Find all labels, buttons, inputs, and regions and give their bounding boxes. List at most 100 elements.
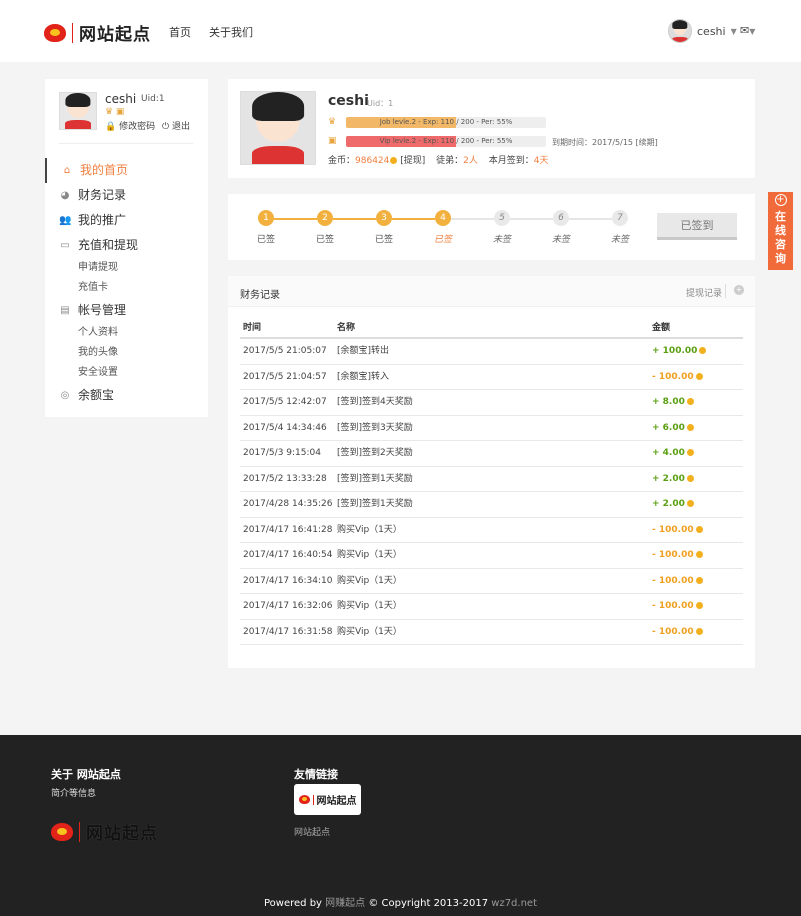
user-menu[interactable]: ceshi ▼ [668,19,737,43]
sidebar-item-promotion[interactable]: 👥 我的推广 [45,208,208,233]
friend-link-card[interactable]: 网站起点 [294,784,361,815]
sidebar-item-account[interactable]: ▤ 帐号管理 [45,298,208,323]
logo-mark-icon [51,822,73,841]
sidebar-item-finance[interactable]: ◕ 财务记录 [45,183,208,208]
plus-icon[interactable]: + [734,285,744,295]
home-icon: ⌂ [63,165,71,176]
row-amount: - 100.00 [652,569,703,594]
coin-icon [686,500,694,507]
step-label: 未签 [492,235,511,245]
vip-icon: ▣ [328,136,337,146]
sidebar-subitem-avatar[interactable]: 我的头像 [45,343,208,363]
table-row: 2017/4/17 16:31:58 购买Vip（1天） - 100.00 [240,620,743,645]
logout-link[interactable]: 退出 [172,122,190,132]
table-row: 2017/4/17 16:41:28 购买Vip（1天） - 100.00 [240,518,743,543]
row-amount: - 100.00 [652,594,703,619]
records-title: 财务记录 [240,290,280,301]
envelope-icon: ✉ [740,24,750,37]
sidebar-subitem-profile[interactable]: 个人资料 [45,323,208,343]
copyright-site-link[interactable]: 网赚起点 [325,898,365,909]
step-number: 4 [435,210,451,226]
row-name: [签到]签到2天奖励 [337,448,413,458]
sidebar-subitem-withdraw[interactable]: 申请提现 [45,258,208,278]
coin-balance: 986424 [355,156,390,166]
nav-home[interactable]: 首页 [169,24,191,40]
signin-step-3: 3 已签 [364,210,404,245]
crown-icon: ♛ [328,117,337,127]
records-table: 时间 名称 金额 2017/5/5 21:05:07 [余额宝]转出 + 100.0… [240,318,743,645]
step-number: 7 [612,210,628,226]
chevron-down-icon: ▼ [749,27,756,36]
vip-expire[interactable]: 到期时间：2017/5/15 [续期] [552,137,658,148]
site-logo[interactable]: 网站起点 [44,20,151,45]
credit-card-icon: ▭ [60,240,70,251]
signin-step-1: 1 已签 [246,210,286,245]
friend-link-caption[interactable]: 网站起点 [294,825,330,838]
row-amount: - 100.00 [652,365,703,390]
job-progress-bar: Job levle.2 - Exp: 110 / 200 - Per: 55% [346,116,546,128]
nav-about[interactable]: 关于我们 [209,24,253,40]
sidebar-subitem-card[interactable]: 充值卡 [45,278,208,298]
signin-step-7: 7 未签 [600,210,640,245]
column-amount: 金额 [652,323,671,333]
sidebar-item-recharge[interactable]: ▭ 充值和提现 [45,233,208,258]
row-name: [签到]签到1天奖励 [337,473,413,484]
pie-chart-icon: ◕ [60,190,70,201]
online-consult-button[interactable]: + 在线咨询 [768,192,793,270]
signin-step-2: 2 已签 [305,210,345,245]
vip-progress-text: Vip levle.2 - Exp: 110 / 200 - Per: 55% [379,136,513,145]
change-password-link[interactable]: 修改密码 [119,122,155,132]
sidebar-item-home[interactable]: ⌂ 我的首页 [45,158,208,183]
footer-about-title: 关于 网站起点 [51,768,121,781]
coin-icon [686,474,694,482]
chevron-down-icon: ▼ [730,26,737,36]
lock-icon: 🔒 [105,122,117,132]
table-row: 2017/5/4 14:34:46 [签到]签到3天奖励 + 6.00 [240,416,743,441]
sidebar-item-balance[interactable]: ◎ 余额宝 [45,383,208,408]
coin-icon [686,423,694,431]
row-amount: + 8.00 [652,390,694,415]
row-name: 购买Vip（1天） [337,550,402,560]
level-badges-icon: ♛ ▣ [105,107,125,117]
footer-logo: 网站起点 [51,819,158,844]
power-icon: ⏻ [161,122,170,132]
coin-icon [390,157,398,164]
withdraw-records-link[interactable]: 提现记录 [686,286,722,299]
signin-panel: 1 已签 2 已签 3 已签 4 已签 5 未签 6 未签 7 未签 已签到 [228,194,755,260]
step-number: 5 [494,210,510,226]
coin-icon [695,602,703,609]
step-label: 未签 [551,235,570,245]
mail-menu[interactable]: ✉▼ [740,24,755,37]
row-name: [余额宝]转入 [337,371,390,382]
row-name: [签到]签到4天奖励 [337,397,413,407]
plus-circle-icon: + [774,194,787,206]
row-time: 2017/5/4 14:34:46 [243,422,327,433]
row-name: 购买Vip（1天） [337,575,402,586]
table-row: 2017/4/17 16:40:54 购买Vip（1天） - 100.00 [240,543,743,569]
copyright-domain[interactable]: wz7d.net [491,898,537,909]
row-name: 购买Vip（1天） [337,626,402,637]
row-name: [签到]签到3天奖励 [337,422,413,433]
signed-in-button[interactable]: 已签到 [657,213,737,240]
apprentice-count: 2人 [463,156,478,166]
table-row: 2017/4/17 16:32:06 购买Vip（1天） - 100.00 [240,594,743,620]
avatar [59,92,97,130]
table-row: 2017/4/28 14:35:26 [签到]签到1天奖励 + 2.00 [240,492,743,518]
row-name: 购买Vip（1天） [337,524,402,535]
row-time: 2017/4/17 16:31:58 [243,626,333,637]
column-name: 名称 [337,323,356,333]
table-row: 2017/4/17 16:34:10 购买Vip（1天） - 100.00 [240,569,743,594]
sidebar-subitem-security[interactable]: 安全设置 [45,363,208,383]
step-label: 未签 [610,235,629,245]
profile-card: ceshi Uid：1 ♛ Job levle.2 - Exp: 110 / 2… [228,79,755,178]
withdraw-link[interactable]: [提现] [400,156,425,166]
row-name: 购买Vip（1天） [337,601,402,611]
step-label: 已签 [374,235,393,245]
table-row: 2017/5/5 21:05:07 [余额宝]转出 + 100.00 [240,339,743,365]
row-time: 2017/4/17 16:34:10 [243,575,333,586]
footer-about-text: 简介等信息 [51,789,97,799]
id-card-icon: ▤ [60,305,70,316]
row-name: [签到]签到1天奖励 [337,499,413,509]
profile-stats: 金币：986424 [提现] 徒弟：2人 本月签到：4天 [328,156,549,166]
job-progress-text: Job levle.2 - Exp: 110 / 200 - Per: 55% [379,117,513,126]
